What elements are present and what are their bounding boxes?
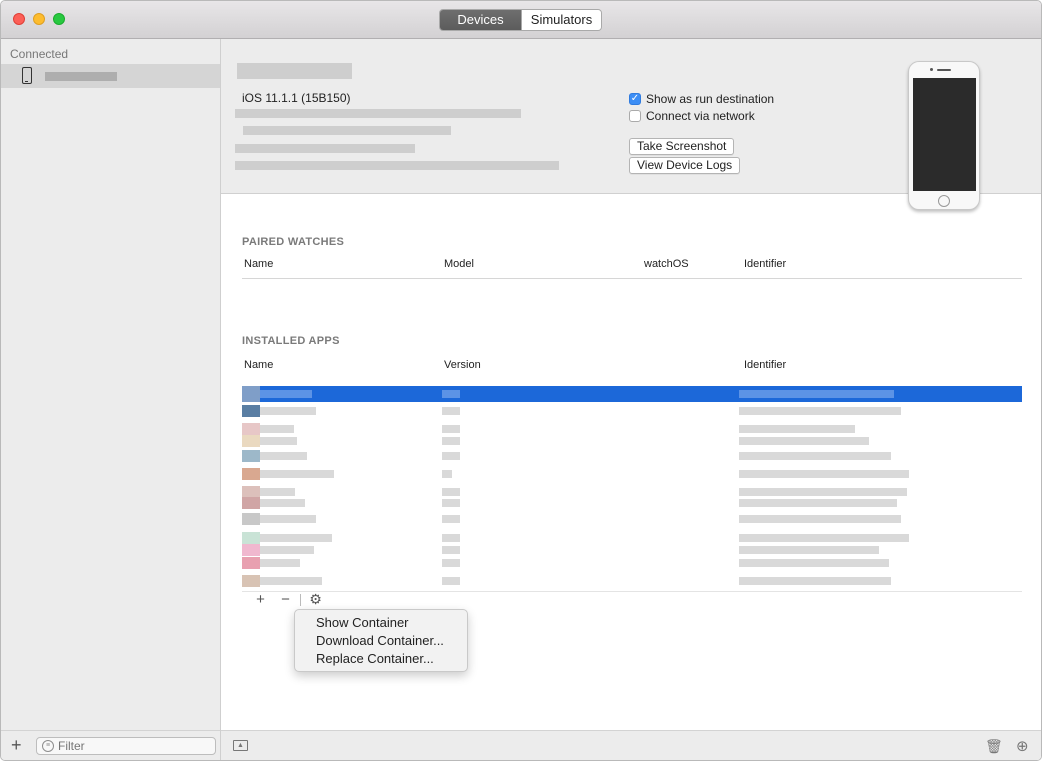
iphone-illustration (908, 61, 980, 210)
table-bottom-divider (242, 591, 1022, 592)
tab-devices[interactable]: Devices (440, 10, 521, 30)
table-row[interactable] (242, 468, 1022, 480)
table-row[interactable] (242, 532, 1022, 544)
device-detail-redacted (235, 161, 559, 170)
column-header-identifier[interactable]: Identifier (744, 359, 786, 371)
app-icon (242, 386, 260, 402)
devices-window: Devices Simulators Connected + ≡ iOS 11.… (0, 0, 1042, 761)
installed-apps-title: INSTALLED APPS (242, 335, 340, 347)
column-header-name[interactable]: Name (244, 258, 273, 270)
table-toolbar: + − ⚙ (248, 591, 328, 608)
column-header-identifier[interactable]: Identifier (744, 258, 786, 270)
table-row[interactable] (242, 575, 1022, 587)
checkbox-label: Show as run destination (646, 92, 775, 106)
sidebar-footer: + ≡ (1, 730, 220, 760)
main-footer: ▲ 🗑 ⊕ (221, 730, 1041, 760)
minimize-window-button[interactable] (33, 13, 45, 25)
app-icon (242, 575, 260, 587)
gear-icon[interactable]: ⚙ (303, 591, 328, 608)
checkbox-box (629, 110, 641, 122)
table-row-selected[interactable] (242, 386, 1022, 402)
view-device-logs-button[interactable]: View Device Logs (629, 157, 741, 174)
checkmark-icon: ✓ (629, 93, 641, 105)
show-as-run-destination-checkbox[interactable]: ✓ Show as run destination (629, 92, 774, 106)
console-toggle-icon[interactable]: ▲ (233, 740, 248, 751)
container-context-menu: Show Container Download Container... Rep… (294, 609, 468, 672)
device-detail-redacted (235, 109, 521, 118)
column-header-name[interactable]: Name (244, 359, 273, 371)
download-icon[interactable]: ⊕ (1016, 737, 1029, 755)
paired-watches-title: PAIRED WATCHES (242, 236, 345, 248)
app-icon (242, 544, 260, 556)
column-header-model[interactable]: Model (444, 258, 474, 270)
column-header-version[interactable]: Version (444, 359, 481, 371)
add-app-button[interactable]: + (248, 591, 273, 608)
checkbox-label: Connect via network (646, 109, 755, 123)
remove-app-button[interactable]: − (273, 591, 298, 608)
menu-item-replace-container[interactable]: Replace Container... (295, 650, 467, 668)
divider (242, 278, 1022, 279)
table-row[interactable] (242, 405, 1022, 417)
ios-version: iOS 11.1.1 (15B150) (242, 91, 351, 105)
app-icon (242, 497, 260, 509)
table-row[interactable] (242, 557, 1022, 569)
device-name-redacted (45, 72, 117, 81)
menu-item-download-container[interactable]: Download Container... (295, 632, 467, 650)
device-detail-redacted (235, 144, 415, 153)
sidebar-item-device[interactable] (1, 64, 220, 88)
table-row[interactable] (242, 423, 1022, 435)
title-bar: Devices Simulators (1, 1, 1041, 39)
close-window-button[interactable] (13, 13, 25, 25)
app-icon (242, 423, 260, 435)
app-icon (242, 513, 260, 525)
filter-field[interactable]: ≡ (36, 737, 216, 755)
app-icon (242, 468, 260, 480)
trash-icon[interactable]: 🗑 (985, 738, 1003, 755)
app-icon (242, 405, 260, 417)
app-icon (242, 557, 260, 569)
filter-icon: ≡ (42, 740, 54, 752)
devices-simulators-segmented-control: Devices Simulators (439, 9, 602, 31)
add-device-button[interactable]: + (11, 735, 22, 756)
app-icon (242, 435, 260, 447)
app-icon (242, 450, 260, 462)
menu-item-show-container[interactable]: Show Container (295, 614, 467, 632)
sidebar-section-title: Connected (10, 47, 69, 61)
table-row[interactable] (242, 544, 1022, 556)
connect-via-network-checkbox[interactable]: Connect via network (629, 109, 755, 123)
filter-input[interactable] (58, 739, 208, 753)
device-detail-redacted (243, 126, 451, 135)
iphone-icon (22, 67, 32, 84)
device-title-redacted (237, 63, 352, 79)
sidebar: Connected + ≡ (1, 39, 221, 760)
take-screenshot-button[interactable]: Take Screenshot (629, 138, 735, 155)
column-header-watchos[interactable]: watchOS (644, 258, 689, 270)
table-row[interactable] (242, 435, 1022, 447)
table-row[interactable] (242, 497, 1022, 509)
app-icon (242, 532, 260, 544)
table-row[interactable] (242, 450, 1022, 462)
zoom-window-button[interactable] (53, 13, 65, 25)
table-row[interactable] (242, 513, 1022, 525)
main-panel: iOS 11.1.1 (15B150) ✓ Show as run destin… (221, 39, 1041, 760)
tab-simulators[interactable]: Simulators (521, 10, 601, 30)
